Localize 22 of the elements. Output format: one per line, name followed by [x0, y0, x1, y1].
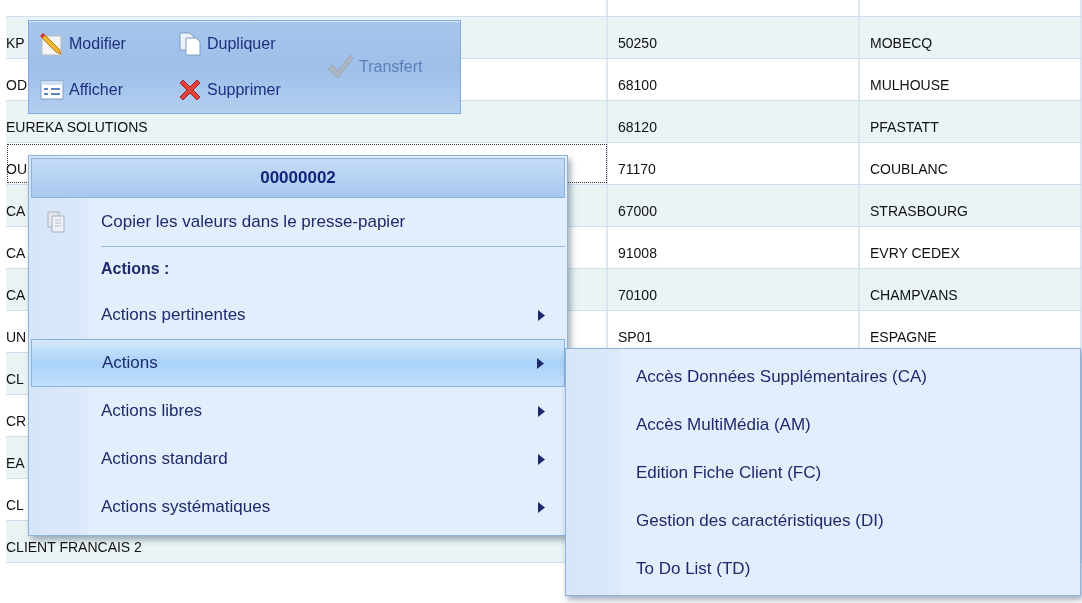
- menu-item[interactable]: Accès Données Supplémentaires (CA): [568, 353, 1078, 401]
- clipboard-icon: [47, 211, 65, 233]
- menu-title: 00000002: [31, 158, 565, 198]
- form-icon: [39, 77, 65, 103]
- table-cell: PFASTATT: [860, 101, 1082, 142]
- table-cell: 50250: [608, 17, 860, 58]
- menu-item[interactable]: Actions standard: [31, 435, 565, 483]
- table-cell: MOBECQ: [860, 17, 1082, 58]
- menu-item[interactable]: Edition Fiche Client (FC): [568, 449, 1078, 497]
- copy-icon: [177, 31, 203, 57]
- table-cell: 68120: [608, 101, 860, 142]
- menu-item[interactable]: Actions: [31, 339, 565, 387]
- menu-item[interactable]: Accès MultiMédia (AM): [568, 401, 1078, 449]
- delete-icon: [177, 77, 203, 103]
- pencil-icon: [39, 31, 65, 57]
- table-cell: STRASBOURG: [860, 185, 1082, 226]
- table-cell: 67000: [608, 185, 860, 226]
- toolbar-button[interactable]: Dupliquer: [175, 29, 323, 59]
- menu-item[interactable]: Actions libres: [31, 387, 565, 435]
- table-cell: CHAMPVANS: [860, 269, 1082, 310]
- table-cell: 70100: [608, 269, 860, 310]
- toolbar-button[interactable]: Modifier: [37, 29, 175, 59]
